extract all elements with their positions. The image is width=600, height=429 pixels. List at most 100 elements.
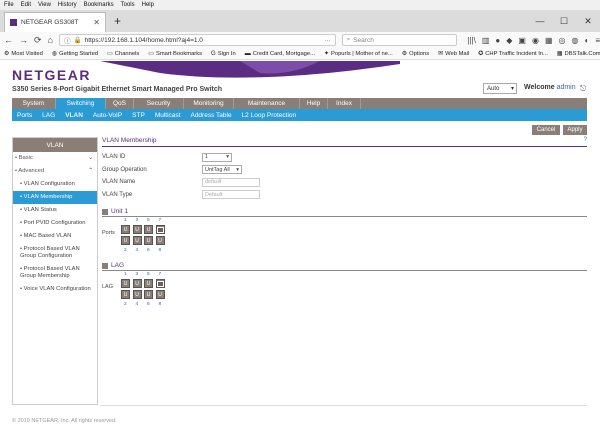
bookmark-item[interactable]: ✉ Web Mail [438, 50, 469, 58]
main-nav-help[interactable]: Help [300, 98, 328, 109]
logout-icon[interactable]: ⎋ [580, 84, 586, 94]
sidebar-item-mac-based-vlan[interactable]: • MAC Based VLAN [13, 230, 97, 243]
bookmark-item[interactable]: ▭ Channels [107, 50, 139, 58]
minimize-icon[interactable]: — [528, 16, 552, 26]
sidebar-item-voice-vlan-configuration[interactable]: • Voice VLAN Configuration [13, 283, 97, 296]
lag-toggle[interactable]: U [155, 290, 165, 299]
sidebar-item-vlan-status[interactable]: • VLAN Status [13, 204, 97, 217]
addon3-icon[interactable]: ▦ [545, 36, 553, 45]
menu-item-bookmarks[interactable]: Bookmarks [84, 2, 114, 8]
menu-item-help[interactable]: Help [142, 2, 154, 8]
collapse-icon[interactable] [102, 208, 108, 215]
new-tab-icon[interactable]: + [114, 14, 121, 28]
search-input[interactable]: ⌕ Search [341, 34, 458, 46]
bookmark-item[interactable]: ▭ Smart Bookmarks [148, 50, 202, 58]
bookmark-item[interactable]: ▬ Credit Card, Mortgage... [245, 51, 315, 57]
bookmark-item[interactable]: ⚙ Most Visited [4, 50, 43, 58]
sidebar-icon[interactable]: ▥ [482, 36, 490, 45]
addon2-icon[interactable]: ◉ [532, 36, 539, 45]
lag-toggle[interactable]: U [132, 290, 142, 299]
auto-refresh-select[interactable]: Auto ▾ [483, 83, 517, 94]
bookmark-item[interactable]: G Sign In [211, 51, 236, 57]
addon6-icon[interactable]: ◐ [584, 36, 589, 45]
collapse-icon[interactable] [102, 262, 108, 269]
close-window-icon[interactable]: ✕ [576, 16, 600, 27]
lag-toggle[interactable]: U [144, 279, 153, 288]
vlan-type-field[interactable]: Default [202, 190, 260, 200]
main-nav-index[interactable]: Index [328, 98, 361, 109]
url-bar[interactable]: ⓘ 🔒 https://192.168.1.104/home.html?aj4=… [58, 34, 336, 46]
addon4-icon[interactable]: ◎ [559, 36, 566, 45]
bookmark-item[interactable]: ▦ DBSTalk.Com [557, 50, 600, 58]
main-nav-switching[interactable]: Switching [56, 98, 106, 109]
sub-nav-multicast[interactable]: Multicast [155, 112, 181, 119]
port-toggle[interactable]: U [144, 236, 153, 245]
home-icon[interactable]: ⌂ [48, 35, 53, 45]
main-nav-qos[interactable]: QoS [106, 98, 134, 109]
sub-nav-stp[interactable]: STP [132, 112, 145, 119]
port-toggle[interactable]: U [121, 236, 130, 245]
bookmark-item[interactable]: ◍ Getting Started [52, 50, 98, 58]
sidebar-item-basic[interactable]: • Basic ⌄ [13, 152, 97, 165]
sidebar-item-protocol-based-vlan-group-membership[interactable]: • Protocol Based VLAN Group Membership [13, 263, 97, 283]
help-icon[interactable]: ? [584, 137, 587, 143]
menu-item-tools[interactable]: Tools [121, 2, 135, 8]
lag-toggle[interactable] [155, 279, 165, 288]
lag-toggle[interactable]: U [121, 290, 130, 299]
sidebar-item-vlan-configuration[interactable]: • VLAN Configuration [13, 178, 97, 191]
info-icon[interactable]: ⓘ [64, 35, 71, 45]
close-tab-icon[interactable]: ✕ [93, 18, 100, 27]
pocket-icon[interactable]: ● [495, 36, 500, 45]
main-nav-monitoring[interactable]: Monitoring [184, 98, 234, 109]
cancel-button[interactable]: Cancel [532, 125, 560, 135]
lag-toggle[interactable]: U [144, 290, 153, 299]
vlan-name-field[interactable]: default [202, 177, 260, 187]
bookmark-item[interactable]: ✦ Popurls | Mother of ne... [324, 50, 393, 58]
menu-icon[interactable]: ≡ [595, 36, 600, 45]
tab-title: NETGEAR GS308T [21, 19, 79, 26]
lag-toggle[interactable]: U [121, 279, 130, 288]
main-nav-maintenance[interactable]: Maintenance [234, 98, 300, 109]
forward-icon[interactable]: → [19, 35, 28, 45]
sub-nav-address-table[interactable]: Address Table [190, 112, 231, 119]
bookmark-item[interactable]: ✪ CHP Traffic Incident In... [478, 50, 548, 58]
reload-icon[interactable]: ⟳ [34, 35, 42, 46]
menu-item-view[interactable]: View [38, 2, 51, 8]
page-actions-icon[interactable]: ··· [324, 37, 331, 44]
port-toggle[interactable]: U [132, 225, 142, 234]
sidebar-item-advanced[interactable]: • Advanced ⌃ [13, 165, 97, 178]
bookmark-item[interactable]: ⚙ Options [402, 50, 429, 58]
port-toggle[interactable] [155, 225, 165, 234]
addon-icon[interactable]: ▣ [518, 36, 526, 45]
unit-header[interactable]: Unit 1 [102, 207, 587, 217]
vlan-id-select[interactable]: 1 ▾ [202, 152, 232, 162]
maximize-icon[interactable]: ☐ [552, 16, 576, 27]
sub-nav-l2-loop-protection[interactable]: L2 Loop Protection [242, 112, 297, 119]
addon5-icon[interactable]: ◍ [572, 36, 579, 45]
main-nav-security[interactable]: Security [134, 98, 184, 109]
sidebar-item-protocol-based-vlan-group-configuration[interactable]: • Protocol Based VLAN Group Configuratio… [13, 243, 97, 263]
menu-item-edit[interactable]: Edit [21, 2, 31, 8]
sub-nav-ports[interactable]: Ports [17, 112, 32, 119]
lag-header[interactable]: LAG [102, 261, 587, 271]
sub-nav-auto-voip[interactable]: Auto-VoIP [93, 112, 122, 119]
lock-icon[interactable]: 🔒 [73, 36, 81, 44]
back-icon[interactable]: ← [4, 35, 13, 45]
sub-nav-vlan[interactable]: VLAN [65, 112, 83, 119]
browser-tab[interactable]: NETGEAR GS308T ✕ [4, 12, 106, 32]
menu-item-file[interactable]: File [4, 2, 14, 8]
port-toggle[interactable]: U [121, 225, 130, 234]
sidebar-item-port-pvid-configuration[interactable]: • Port PVID Configuration [13, 217, 97, 230]
group-operation-select[interactable]: UntTag All ▾ [202, 165, 242, 175]
port-toggle[interactable]: U [155, 236, 165, 245]
port-toggle[interactable]: U [144, 225, 153, 234]
lag-toggle[interactable]: U [132, 279, 142, 288]
extension-icon[interactable]: ◆ [506, 36, 512, 45]
main-nav-system[interactable]: System [12, 98, 56, 109]
apply-button[interactable]: Apply [563, 125, 587, 135]
menu-item-history[interactable]: History [58, 2, 77, 8]
library-icon[interactable]: |||\ [467, 36, 475, 45]
port-toggle[interactable]: U [132, 236, 142, 245]
sidebar-item-vlan-membership[interactable]: • VLAN Membership [13, 191, 97, 204]
sub-nav-lag[interactable]: LAG [42, 112, 55, 119]
